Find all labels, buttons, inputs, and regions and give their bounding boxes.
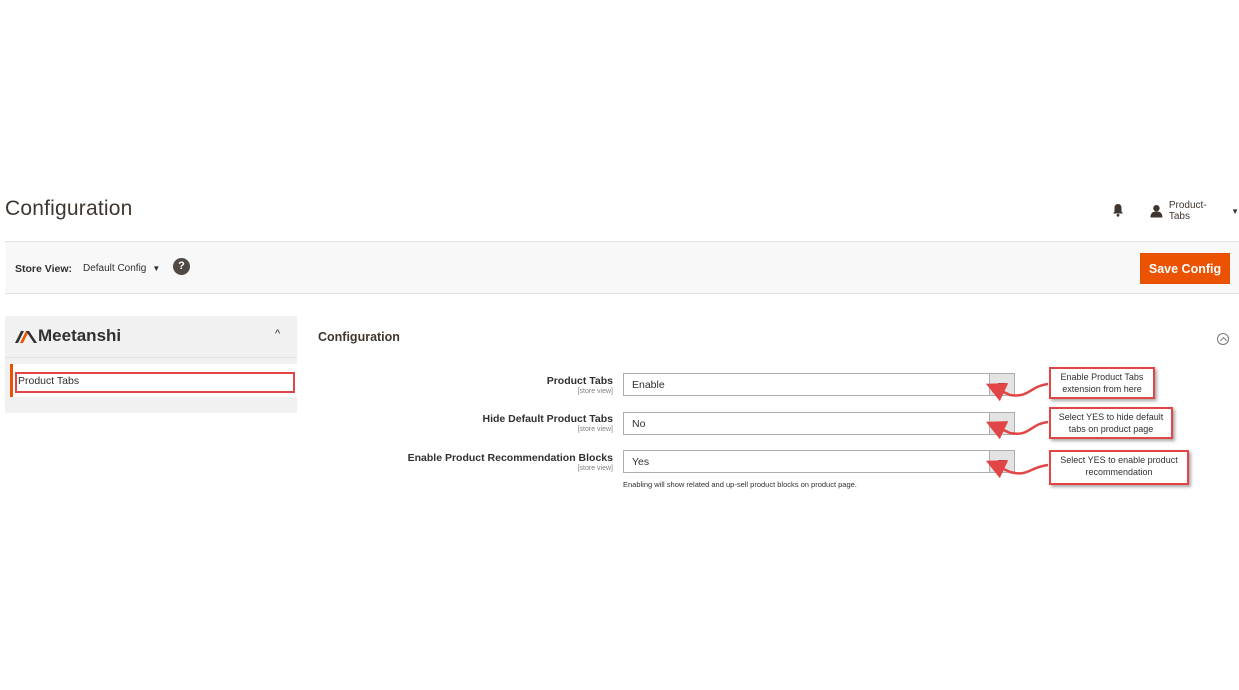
callout-enable-tabs: Enable Product Tabs extension from here [1049, 367, 1155, 399]
annotation-arrow [985, 420, 1049, 440]
callout-line: recommendation [1085, 467, 1153, 477]
annotation-arrows [985, 382, 1049, 479]
callout-line: extension from here [1062, 384, 1142, 394]
annotation-arrow [985, 382, 1049, 402]
annotation-arrow [985, 460, 1049, 479]
callout-line: Enable Product Tabs [1060, 372, 1144, 382]
callout-line: Select YES to enable product [1060, 455, 1178, 465]
callout-hide-default: Select YES to hide default tabs on produ… [1049, 407, 1173, 439]
callout-recommendation: Select YES to enable product recommendat… [1049, 450, 1189, 485]
callout-line: tabs on product page [1068, 424, 1154, 434]
callout-line: Select YES to hide default [1058, 412, 1164, 422]
